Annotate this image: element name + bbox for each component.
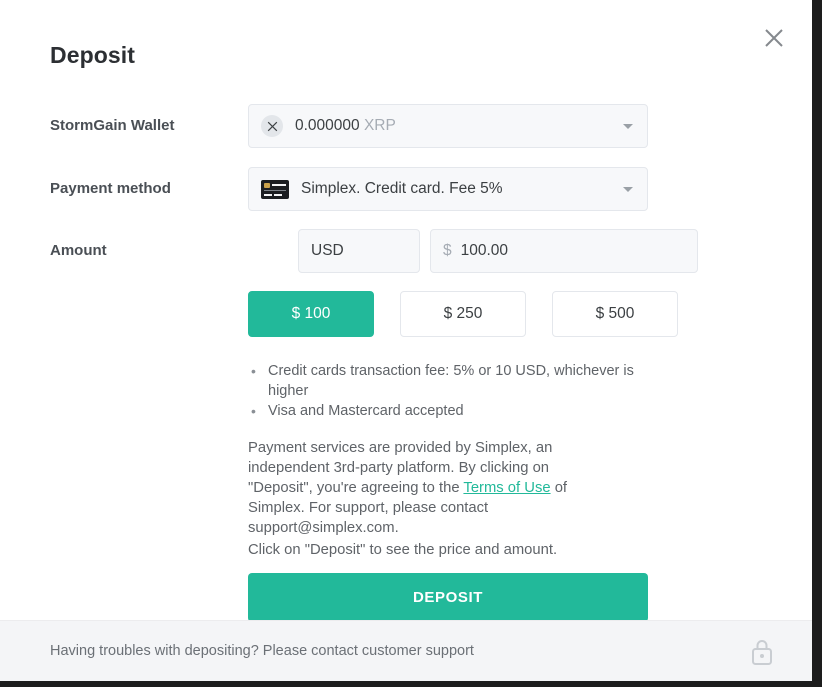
window-right-edge [812, 0, 822, 687]
wallet-balance-amount: 0.000000 [295, 117, 360, 134]
terms-of-use-link[interactable]: Terms of Use [463, 480, 550, 496]
chevron-down-icon [623, 124, 633, 129]
xrp-coin-icon [261, 115, 283, 137]
currency-symbol: $ [443, 242, 452, 259]
wallet-balance: 0.000000 XRP [295, 117, 396, 135]
wallet-row: StormGain Wallet 0.000000 XRP [50, 104, 812, 148]
payment-method-row: Payment method Simplex. Credit card. Fee… [50, 167, 812, 211]
disclaimer-last-line: Click on "Deposit" to see the price and … [248, 542, 558, 558]
deposit-button[interactable]: DEPOSIT [248, 573, 648, 622]
amount-label: Amount [50, 242, 107, 259]
amount-input[interactable]: $ 100.00 [430, 229, 698, 273]
preset-amount-100[interactable]: $ 100 [248, 291, 374, 337]
fee-notes-list: Credit cards transaction fee: 5% or 10 U… [248, 361, 648, 421]
currency-select[interactable]: USD [298, 229, 420, 273]
amount-row: Amount USD $ 100.00 [50, 229, 812, 273]
support-text[interactable]: Having troubles with depositing? Please … [50, 643, 474, 659]
dialog-footer: Having troubles with depositing? Please … [0, 620, 812, 681]
list-item: Visa and Mastercard accepted [248, 401, 648, 421]
wallet-balance-currency: XRP [363, 117, 396, 134]
preset-amount-500[interactable]: $ 500 [552, 291, 678, 337]
disclaimer-text: Payment services are provided by Simplex… [248, 438, 600, 560]
close-icon [762, 26, 786, 50]
payment-method-value: Simplex. Credit card. Fee 5% [301, 180, 503, 197]
payment-method-label: Payment method [50, 180, 171, 197]
currency-value: USD [311, 242, 344, 259]
close-button[interactable] [754, 18, 794, 58]
page-title: Deposit [50, 42, 136, 68]
list-item: Credit cards transaction fee: 5% or 10 U… [248, 361, 648, 401]
chevron-down-icon [623, 187, 633, 192]
amount-value: 100.00 [460, 242, 509, 259]
amount-presets: $ 100 $ 250 $ 500 [248, 291, 678, 337]
wallet-select[interactable]: 0.000000 XRP [248, 104, 648, 148]
screen: Deposit StormGain Wallet 0.000000 XRP Pa… [0, 0, 822, 687]
wallet-label: StormGain Wallet [50, 117, 175, 134]
credit-card-icon [261, 179, 289, 199]
deposit-dialog: Deposit StormGain Wallet 0.000000 XRP Pa… [0, 0, 812, 681]
window-bottom-edge [0, 681, 822, 687]
lock-icon [749, 638, 775, 671]
payment-method-select[interactable]: Simplex. Credit card. Fee 5% [248, 167, 648, 211]
preset-amount-250[interactable]: $ 250 [400, 291, 526, 337]
